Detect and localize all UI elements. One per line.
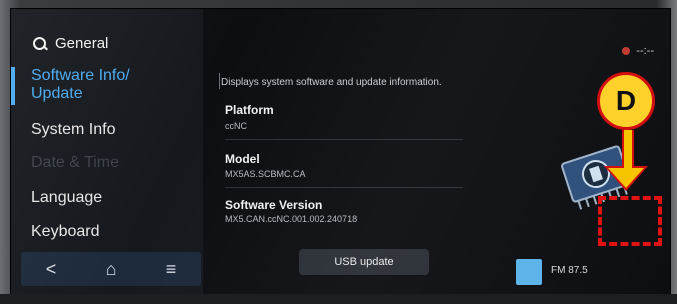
search-icon [33, 36, 47, 51]
home-button[interactable]: ⌂ [91, 259, 131, 280]
sidebar-header-label: General [55, 35, 109, 52]
software-version-label: Software Version [225, 198, 323, 212]
active-indicator [11, 67, 15, 105]
description-divider [219, 73, 220, 89]
highlight-box [598, 196, 662, 246]
search-general[interactable]: General [33, 35, 108, 52]
clock: --:-- [636, 45, 654, 57]
bottom-bezel [0, 294, 677, 304]
divider [225, 187, 463, 188]
radio-station[interactable]: FM 87.5 [551, 265, 588, 276]
callout-marker: D [597, 72, 655, 130]
software-version-value: MX5.CAN.ccNC.001.002.240718 [225, 214, 358, 224]
sidebar-item-system-info[interactable]: System Info [31, 121, 115, 139]
sidebar-item-date-time: Date & Time [31, 154, 120, 171]
platform-label: Platform [225, 103, 274, 117]
infotainment-screen: General Software Info/ Update System Inf… [10, 8, 671, 296]
sidebar-item-keyboard[interactable]: Keyboard [31, 223, 100, 241]
settings-sidebar: General Software Info/ Update System Inf… [11, 9, 203, 295]
bottom-nav-bar: < ⌂ ≡ [21, 252, 201, 286]
model-label: Model [225, 152, 260, 166]
divider [225, 139, 463, 140]
platform-value: ccNC [225, 121, 247, 131]
model-value: MX5AS.SCBMC.CA [225, 169, 306, 179]
usb-update-button[interactable]: USB update [299, 249, 429, 275]
arrow-icon [608, 168, 644, 188]
radio-thumbnail[interactable] [516, 259, 542, 285]
back-button[interactable]: < [31, 259, 71, 280]
status-bar: --:-- [622, 45, 654, 57]
sidebar-item-language[interactable]: Language [31, 189, 102, 207]
panel-description: Displays system software and update info… [221, 77, 442, 88]
sidebar-item-software-info[interactable]: Software Info/ Update [31, 67, 130, 103]
software-info-panel: Displays system software and update info… [211, 9, 481, 295]
menu-button[interactable]: ≡ [151, 259, 191, 280]
record-icon [622, 47, 631, 55]
arrow-shaft [622, 130, 634, 170]
